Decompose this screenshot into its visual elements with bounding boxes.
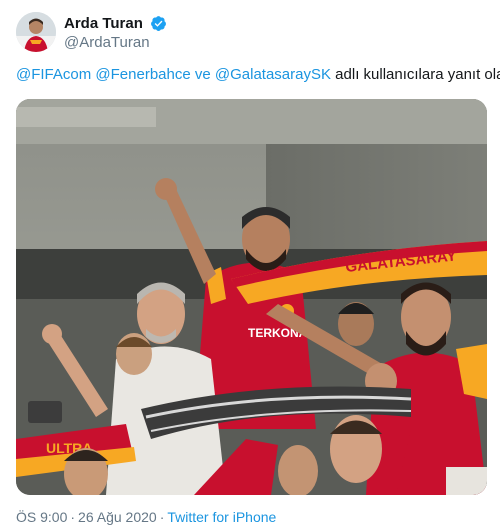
mention-link[interactable]: @Fenerbahce — [95, 66, 190, 83]
reply-context: @FIFAcom @Fenerbahce ve @GalatasaraySK a… — [16, 66, 500, 83]
mention-link[interactable]: @FIFAcom — [16, 66, 91, 83]
mention-link[interactable]: @GalatasaraySK — [215, 66, 331, 83]
tweet-time[interactable]: ÖS 9:00 — [16, 509, 67, 525]
tweet-photo[interactable]: TERKONAK GALATASARAY ULTRA — [16, 99, 487, 495]
author-handle[interactable]: @ArdaTuran — [64, 33, 167, 52]
footer-separator: · — [159, 509, 165, 525]
author-display-name[interactable]: Arda Turan — [64, 14, 143, 33]
mention-connector: ve — [194, 66, 211, 83]
verified-badge-icon — [151, 16, 167, 31]
tweet-footer: ÖS 9:00 · 26 Ağu 2020 · Twitter for iPhone — [16, 509, 276, 525]
reply-suffix: adlı kullanıcılara yanıt olarak — [335, 66, 500, 83]
tweet-source-link[interactable]: Twitter for iPhone — [167, 509, 276, 525]
tweet-header: Arda Turan @ArdaTuran — [16, 12, 486, 54]
avatar[interactable] — [16, 12, 56, 52]
footer-separator: · — [70, 509, 76, 525]
tweet-date[interactable]: 26 Ağu 2020 — [78, 509, 157, 525]
